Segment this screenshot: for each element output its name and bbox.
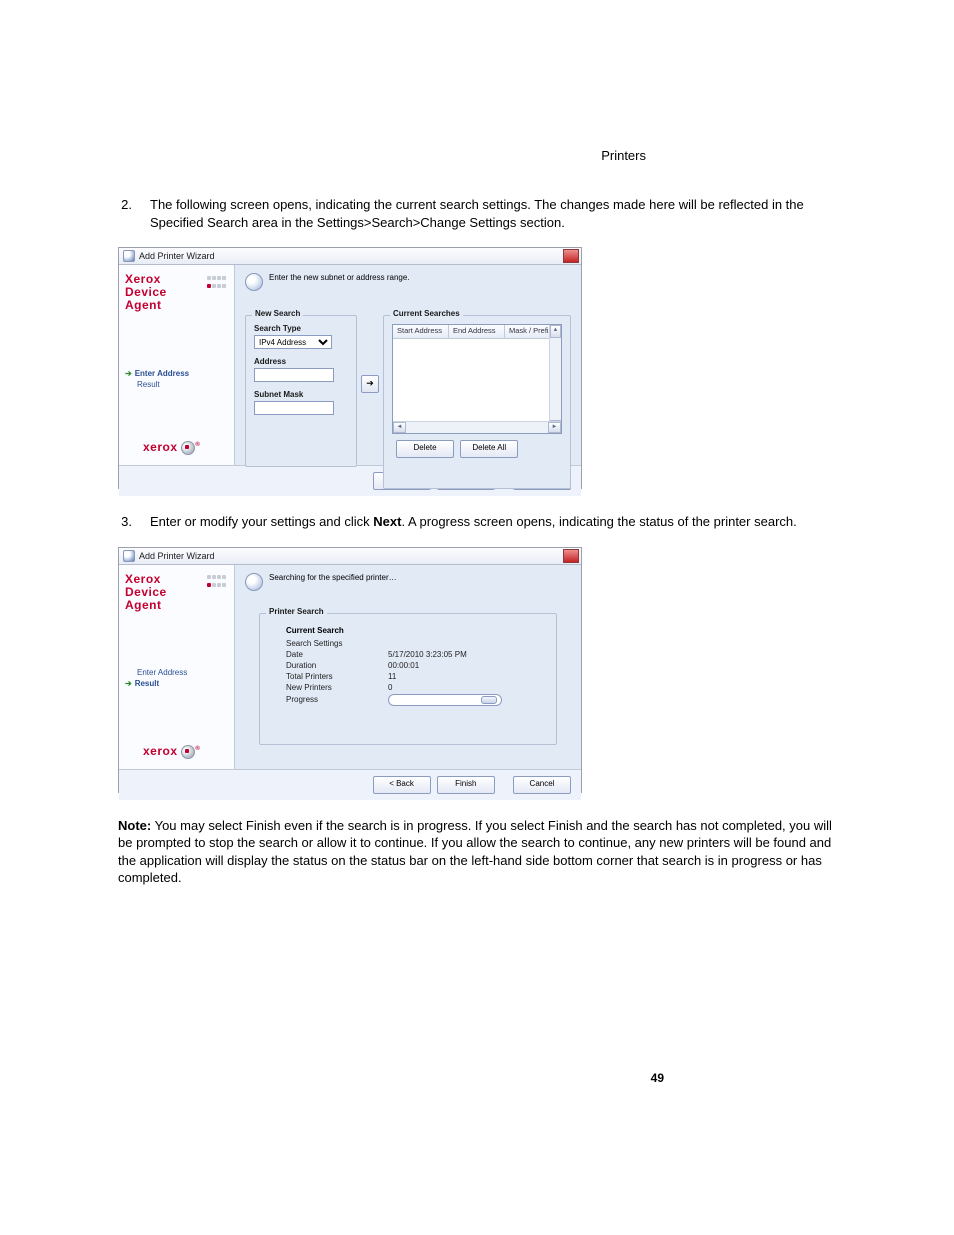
current-search-heading: Current Search: [286, 626, 548, 635]
dialog-title: Add Printer Wizard: [139, 251, 215, 261]
close-icon[interactable]: [563, 549, 579, 563]
subnet-mask-label: Subnet Mask: [254, 390, 348, 399]
step-3-text-a: Enter or modify your settings and click: [150, 514, 373, 529]
step-3-text-b: . A progress screen opens, indicating th…: [401, 514, 796, 529]
app-icon: [123, 550, 135, 562]
row-progress-key: Progress: [286, 695, 348, 704]
step-3-text: Enter or modify your settings and click …: [150, 513, 836, 531]
xerox-footer-logo: xerox ®: [143, 440, 200, 455]
note-paragraph: Note: You may select Finish even if the …: [118, 817, 836, 887]
step-2-number: 2.: [118, 196, 132, 231]
row-new-printers-key: New Printers: [286, 683, 348, 692]
brand-line3: Agent: [125, 299, 228, 312]
search-type-label: Search Type: [254, 324, 348, 333]
brand-cube-icon: [206, 275, 226, 291]
progress-thumb: [481, 696, 497, 704]
xerox-footer-logo: xerox ®: [143, 744, 200, 759]
brand-line3: Agent: [125, 599, 228, 612]
wizard-side-panel: Xerox Device Agent Enter Address Result …: [119, 265, 235, 465]
sidebar-item-result[interactable]: Result: [125, 380, 228, 389]
page-header: Printers: [601, 148, 646, 163]
delete-all-button[interactable]: Delete All: [460, 440, 518, 458]
cancel-button[interactable]: Cancel: [513, 776, 571, 794]
horizontal-scrollbar[interactable]: ◄►: [393, 421, 561, 433]
delete-button[interactable]: Delete: [396, 440, 454, 458]
current-searches-legend: Current Searches: [390, 309, 463, 318]
row-date-key: Date: [286, 650, 348, 659]
dialog-title: Add Printer Wizard: [139, 551, 215, 561]
xerox-ball-icon: [181, 441, 195, 455]
new-search-group: New Search Search Type IPv4 Address Addr…: [245, 315, 357, 467]
add-printer-wizard-dialog-1: Add Printer Wizard Xerox Device Agent En…: [118, 247, 582, 489]
add-printer-wizard-dialog-2: Add Printer Wizard Xerox Device Agent En…: [118, 547, 582, 793]
sidebar-item-enter-address[interactable]: Enter Address: [125, 668, 228, 677]
dialog-titlebar: Add Printer Wizard: [119, 248, 581, 265]
current-searches-list[interactable]: Start Address End Address Mask / Prefix …: [392, 324, 562, 434]
hint-icon: [245, 573, 263, 591]
list-header: Start Address End Address Mask / Prefix: [393, 325, 561, 339]
address-input[interactable]: [254, 368, 334, 382]
dialog-titlebar: Add Printer Wizard: [119, 548, 581, 565]
close-icon[interactable]: [563, 249, 579, 263]
row-duration-value: 00:00:01: [388, 661, 419, 670]
step-2: 2. The following screen opens, indicatin…: [118, 196, 836, 231]
wizard-side-panel: Xerox Device Agent Enter Address Result …: [119, 565, 235, 769]
row-search-settings: Search Settings: [286, 639, 348, 648]
back-button[interactable]: < Back: [373, 776, 431, 794]
hint-icon: [245, 273, 263, 291]
col-start-address[interactable]: Start Address: [393, 325, 449, 338]
note-label: Note:: [118, 818, 151, 833]
finish-button[interactable]: Finish: [437, 776, 495, 794]
step-3-number: 3.: [118, 513, 132, 531]
wizard-footer: < Back Finish Cancel: [119, 769, 581, 800]
printer-search-legend: Printer Search: [266, 607, 327, 616]
col-end-address[interactable]: End Address: [449, 325, 505, 338]
new-search-legend: New Search: [252, 309, 303, 318]
printer-search-group: Printer Search Current Search Search Set…: [259, 613, 557, 745]
row-total-printers-value: 11: [388, 672, 396, 681]
instruction-text: Searching for the specified printer…: [269, 573, 397, 582]
note-text: You may select Finish even if the search…: [118, 818, 832, 886]
step-2-text: The following screen opens, indicating t…: [150, 196, 836, 231]
sidebar-item-enter-address[interactable]: Enter Address: [125, 369, 228, 378]
progress-bar: [388, 694, 502, 706]
row-total-printers-key: Total Printers: [286, 672, 348, 681]
subnet-mask-input[interactable]: [254, 401, 334, 415]
wizard-main-panel: Enter the new subnet or address range. N…: [235, 265, 581, 465]
address-label: Address: [254, 357, 348, 366]
wizard-main-panel: Searching for the specified printer… Pri…: [235, 565, 581, 769]
app-icon: [123, 250, 135, 262]
xerox-ball-icon: [181, 745, 195, 759]
step-3: 3. Enter or modify your settings and cli…: [118, 513, 836, 531]
row-date-value: 5/17/2010 3:23:05 PM: [388, 650, 467, 659]
xerox-text: xerox: [143, 440, 178, 454]
row-duration-key: Duration: [286, 661, 348, 670]
vertical-scrollbar[interactable]: ▲▼: [549, 325, 561, 433]
search-type-select[interactable]: IPv4 Address: [254, 335, 332, 349]
xerox-text: xerox: [143, 744, 178, 758]
row-new-printers-value: 0: [388, 683, 392, 692]
sidebar-item-result[interactable]: Result: [125, 679, 228, 688]
instruction-text: Enter the new subnet or address range.: [269, 273, 410, 282]
add-arrow-button[interactable]: ➔: [361, 375, 379, 393]
brand-cube-icon: [206, 575, 226, 591]
page-number: 49: [651, 1071, 664, 1085]
step-3-bold: Next: [373, 514, 401, 529]
current-searches-group: Current Searches Start Address End Addre…: [383, 315, 571, 489]
